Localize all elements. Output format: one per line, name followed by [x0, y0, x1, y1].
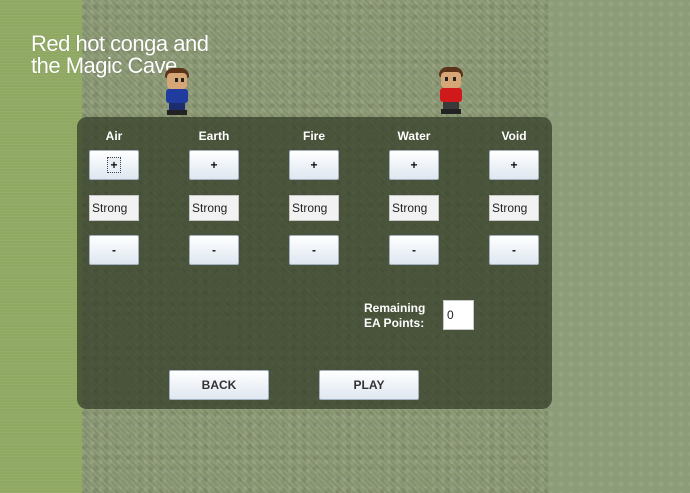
element-label-fire: Fire: [302, 129, 325, 143]
void-decrease-button[interactable]: -: [489, 235, 539, 265]
play-button[interactable]: PLAY: [319, 370, 419, 400]
back-button-label: BACK: [201, 378, 237, 392]
fire-increase-label: +: [310, 158, 318, 172]
void-increase-button[interactable]: +: [489, 150, 539, 180]
red-character-sprite: [436, 67, 466, 117]
remaining-label-line-2: EA Points:: [364, 316, 425, 330]
void-value-field[interactable]: [489, 195, 539, 221]
fire-value-field[interactable]: [289, 195, 339, 221]
remaining-points-label: Remaining EA Points:: [364, 301, 425, 331]
void-decrease-label: -: [512, 243, 516, 257]
air-decrease-label: -: [112, 243, 116, 257]
blue-character-sprite: [162, 68, 192, 118]
earth-decrease-button[interactable]: -: [189, 235, 239, 265]
earth-value-field[interactable]: [189, 195, 239, 221]
void-increase-label: +: [510, 158, 518, 172]
water-decrease-button[interactable]: -: [389, 235, 439, 265]
back-button[interactable]: BACK: [169, 370, 269, 400]
fire-increase-button[interactable]: +: [289, 150, 339, 180]
earth-decrease-label: -: [212, 243, 216, 257]
water-increase-label: +: [410, 158, 418, 172]
air-increase-label: +: [107, 157, 121, 173]
earth-increase-button[interactable]: +: [189, 150, 239, 180]
remaining-label-line-1: Remaining: [364, 301, 426, 315]
remaining-points-field[interactable]: [443, 300, 474, 330]
grass-strip-right: [548, 0, 690, 493]
element-label-water: Water: [397, 129, 431, 143]
water-value-field[interactable]: [389, 195, 439, 221]
water-increase-button[interactable]: +: [389, 150, 439, 180]
air-decrease-button[interactable]: -: [89, 235, 139, 265]
water-decrease-label: -: [412, 243, 416, 257]
fire-decrease-button[interactable]: -: [289, 235, 339, 265]
attributes-panel: Air + - Earth + - Fire + - Water + - Voi…: [77, 117, 552, 409]
play-button-label: PLAY: [353, 378, 385, 392]
element-label-earth: Earth: [198, 129, 230, 143]
element-label-void: Void: [501, 129, 527, 143]
fire-decrease-label: -: [312, 243, 316, 257]
game-title-line-1: Red hot conga and: [31, 31, 209, 56]
element-label-air: Air: [105, 129, 123, 143]
air-value-field[interactable]: [89, 195, 139, 221]
earth-increase-label: +: [210, 158, 218, 172]
air-increase-button[interactable]: +: [89, 150, 139, 180]
